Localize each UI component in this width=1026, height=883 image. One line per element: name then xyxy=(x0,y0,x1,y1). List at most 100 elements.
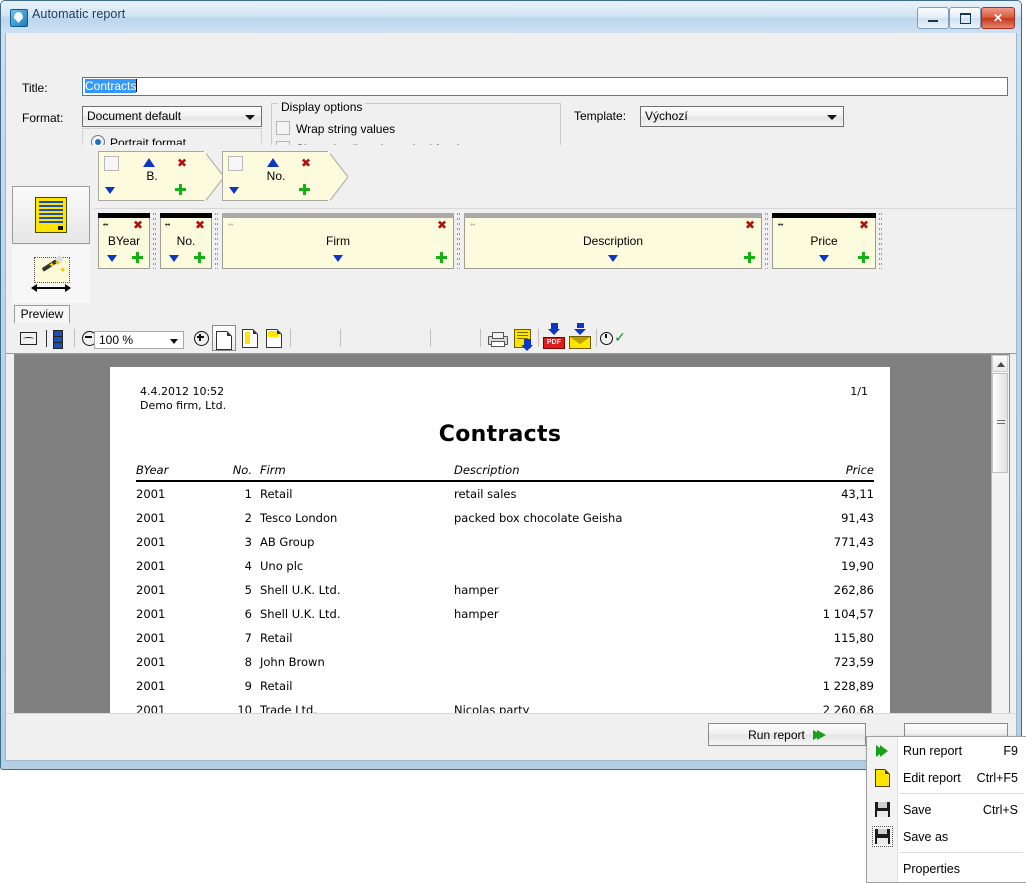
tab-preview[interactable]: Preview xyxy=(14,305,70,324)
close-button[interactable]: ✕ xyxy=(981,7,1015,29)
menu-down-icon[interactable] xyxy=(608,255,618,262)
field-column-description[interactable]: ↔ ✖ Description xyxy=(464,213,762,269)
toolbar-separator xyxy=(480,329,481,347)
add-icon[interactable] xyxy=(132,252,143,263)
menu-item-run-report[interactable]: Run report F9 xyxy=(867,737,1026,764)
cell-description xyxy=(454,554,784,578)
menu-item-edit-report[interactable]: Edit report Ctrl+F5 xyxy=(867,764,1026,791)
send-email-icon[interactable] xyxy=(568,323,592,349)
table-row: 2001 7 Retail 115,80 xyxy=(136,626,874,650)
field-column-label: BYear xyxy=(107,234,141,248)
sort-asc-icon[interactable] xyxy=(143,158,155,167)
add-icon[interactable] xyxy=(744,252,755,263)
thumbnails-icon[interactable] xyxy=(44,327,66,349)
resize-icon[interactable]: ↔ xyxy=(103,220,109,230)
single-page-button[interactable] xyxy=(212,325,236,351)
resize-icon[interactable]: ↔ xyxy=(228,220,234,230)
toolbar-separator xyxy=(538,329,539,347)
title-bar[interactable]: Automatic report ✕ xyxy=(1,1,1021,33)
cell-byear: 2001 xyxy=(136,487,166,501)
group-chip-label: No. xyxy=(266,169,286,183)
chevron-down-icon xyxy=(245,115,255,120)
wizard-design-button[interactable]: ✦ ✦ ✦ xyxy=(12,245,90,303)
zoom-in-icon[interactable] xyxy=(192,327,210,349)
minimize-button[interactable] xyxy=(917,7,949,29)
export-report-icon[interactable] xyxy=(512,327,533,351)
field-column-firm[interactable]: ↔ ✖ Firm xyxy=(222,213,454,269)
zoom-select[interactable]: 100 % xyxy=(94,331,184,349)
continuous-page-icon[interactable] xyxy=(262,327,286,349)
menu-item-save-as[interactable]: Save as xyxy=(867,823,1026,850)
add-icon[interactable] xyxy=(858,252,869,263)
resize-icon[interactable]: ↔ xyxy=(778,220,784,230)
menu-down-icon[interactable] xyxy=(107,255,117,262)
text-caret xyxy=(136,79,138,92)
cell-firm: John Brown xyxy=(260,655,325,669)
fit-page-icon[interactable] xyxy=(18,327,38,349)
add-icon[interactable] xyxy=(194,252,205,263)
scrollbar-thumb[interactable] xyxy=(992,373,1008,473)
cell-byear: 2001 xyxy=(136,679,166,693)
column-header-no: No. xyxy=(232,463,252,477)
menu-down-icon[interactable] xyxy=(819,255,829,262)
menu-item-properties[interactable]: Properties xyxy=(867,855,1026,882)
remove-icon[interactable]: ✖ xyxy=(745,219,755,231)
add-icon[interactable] xyxy=(175,184,186,195)
run-report-label: Run report xyxy=(748,727,805,742)
remove-icon[interactable]: ✖ xyxy=(859,219,869,231)
report-preview-area[interactable]: 4.4.2012 10:52 Demo firm, Ltd. 1/1 Contr… xyxy=(14,354,1010,754)
table-row: 2001 6 Shell U.K. Ltd. hamper 1 104,57 xyxy=(136,602,874,626)
run-report-button[interactable]: Run report xyxy=(708,723,866,746)
remove-icon[interactable]: ✖ xyxy=(195,219,205,231)
remove-icon[interactable]: ✖ xyxy=(301,157,311,169)
menu-down-icon[interactable] xyxy=(333,255,343,262)
checkbox-wrap-string-values[interactable]: Wrap string values xyxy=(276,121,395,136)
two-page-icon[interactable] xyxy=(238,327,262,349)
group-chip-b[interactable]: ✖ B. xyxy=(98,151,224,201)
add-icon[interactable] xyxy=(299,184,310,195)
group-chip-strip: ✖ B. ✖ No. xyxy=(94,146,1016,209)
export-pdf-icon[interactable]: PDF xyxy=(542,323,566,349)
schedule-icon[interactable]: ✓ xyxy=(600,327,626,349)
field-column-label: Description xyxy=(582,234,644,248)
wand-icon: ✦ ✦ ✦ xyxy=(31,256,71,292)
cell-byear: 2001 xyxy=(136,607,166,621)
menu-item-save[interactable]: Save Ctrl+S xyxy=(867,796,1026,823)
remove-icon[interactable]: ✖ xyxy=(133,219,143,231)
sort-asc-icon[interactable] xyxy=(267,158,279,167)
add-icon[interactable] xyxy=(436,252,447,263)
column-splitter[interactable] xyxy=(214,213,219,269)
menu-down-icon[interactable] xyxy=(169,255,179,262)
table-row: 2001 4 Uno plc 19,90 xyxy=(136,554,874,578)
toolbar-separator xyxy=(74,329,75,347)
resize-icon[interactable]: ↔ xyxy=(470,220,476,230)
empty-icon xyxy=(873,860,891,878)
remove-icon[interactable]: ✖ xyxy=(437,219,447,231)
scroll-up-button[interactable] xyxy=(992,355,1008,372)
menu-separator xyxy=(899,793,1023,794)
report-context-menu: Run report F9 Edit report Ctrl+F5 Save C… xyxy=(866,736,1026,883)
title-input[interactable]: Contracts xyxy=(82,77,1008,96)
group-chip-no[interactable]: ✖ No. xyxy=(222,151,348,201)
table-row: 2001 9 Retail 1 228,89 xyxy=(136,674,874,698)
column-splitter[interactable] xyxy=(456,213,461,269)
format-select[interactable]: Document default xyxy=(82,106,262,127)
column-splitter[interactable] xyxy=(764,213,769,269)
column-splitter[interactable] xyxy=(878,213,883,269)
field-column-price[interactable]: ↔ ✖ Price xyxy=(772,213,876,269)
menu-down-icon[interactable] xyxy=(105,187,115,194)
print-icon[interactable] xyxy=(487,327,508,349)
menu-item-shortcut: F9 xyxy=(1003,743,1018,758)
maximize-button[interactable] xyxy=(949,7,981,29)
resize-icon[interactable]: ↔ xyxy=(165,220,171,230)
template-select[interactable]: Výchozí xyxy=(640,106,844,127)
column-splitter[interactable] xyxy=(152,213,157,269)
remove-icon[interactable]: ✖ xyxy=(177,157,187,169)
report-design-button[interactable] xyxy=(12,186,90,244)
field-column-no[interactable]: ↔ ✖ No. xyxy=(160,213,212,269)
menu-down-icon[interactable] xyxy=(229,187,239,194)
field-column-byear[interactable]: ↔ ✖ BYear xyxy=(98,213,150,269)
preview-scrollbar[interactable] xyxy=(991,355,1009,753)
cell-firm: Tesco London xyxy=(260,511,338,525)
report-designer: ✦ ✦ ✦ ✖ B. ✖ No. ↔ ✖ BYear ↔ ✖ No. ↔ ✖ F… xyxy=(6,145,1016,303)
